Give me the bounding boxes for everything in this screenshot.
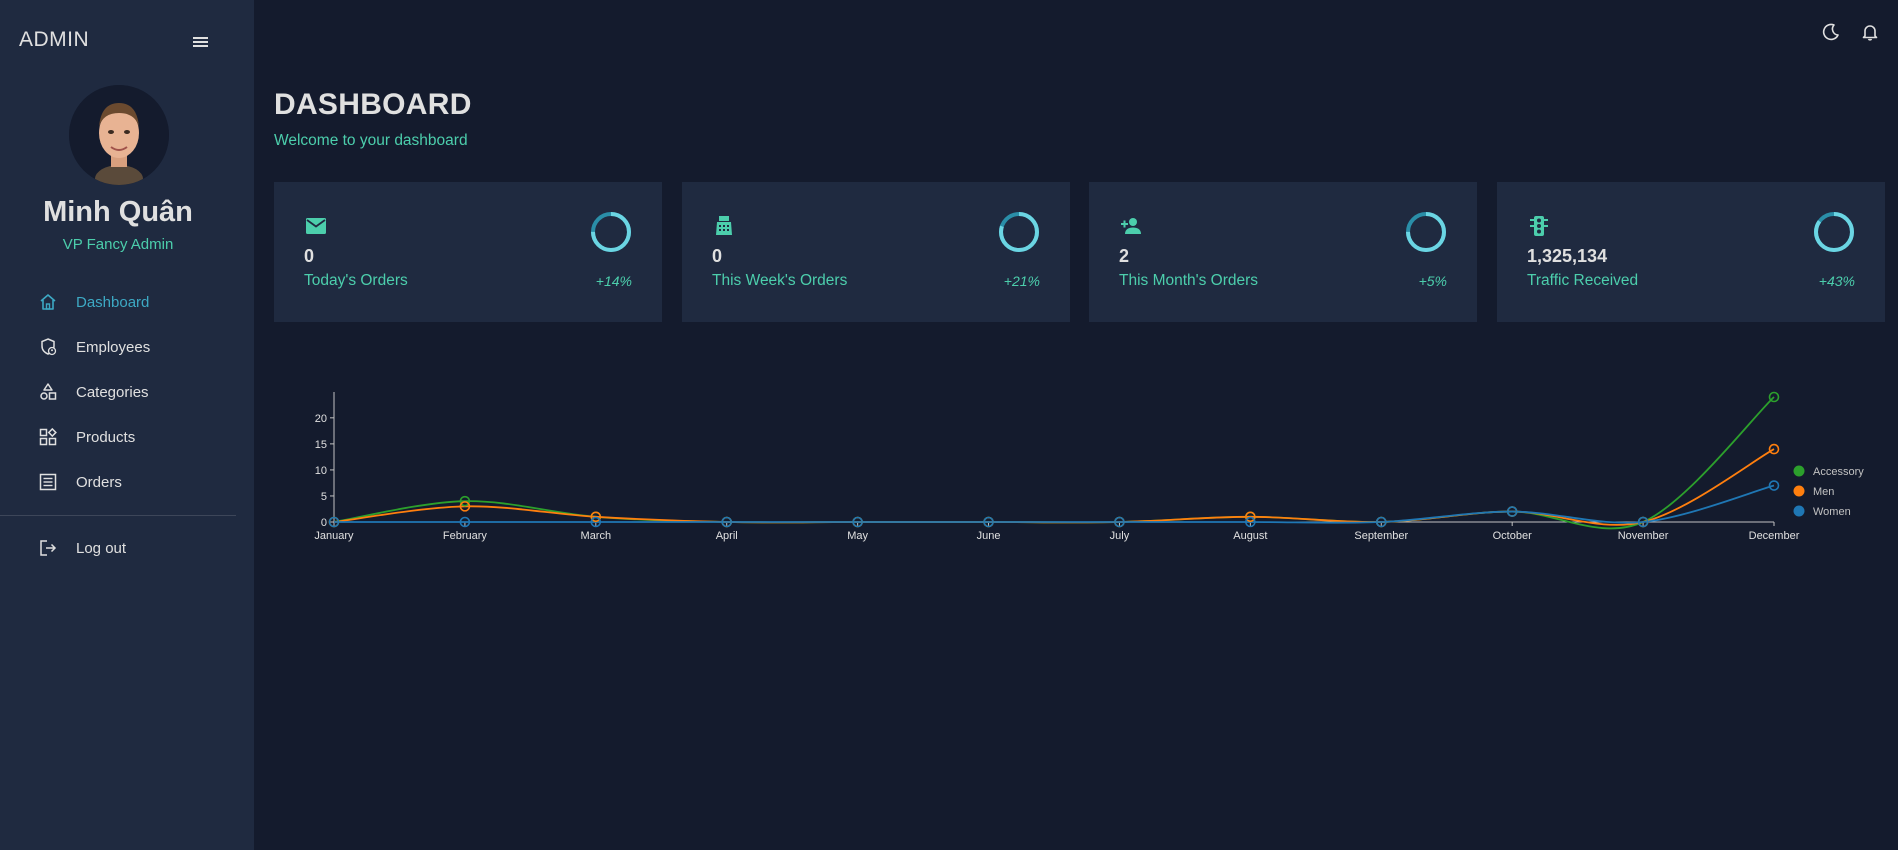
logout-button[interactable]: Log out [38, 536, 238, 560]
stat-change: +14% [595, 273, 632, 289]
sidebar-item-categories[interactable]: Categories [38, 380, 238, 404]
legend-swatch [1793, 465, 1805, 477]
brand-title: ADMIN [19, 28, 90, 51]
x-tick-label: April [716, 530, 738, 542]
sidebar-item-employees[interactable]: Employees [38, 335, 238, 359]
progress-ring [590, 211, 632, 253]
x-tick-label: June [977, 530, 1001, 542]
legend-swatch [1793, 485, 1805, 497]
progress-ring [998, 211, 1040, 253]
notifications-icon[interactable] [1860, 22, 1880, 42]
stat-value: 0 [712, 246, 723, 266]
chart-svg: 0 5 10 15 20 January February March April May June… [314, 391, 1864, 542]
sidebar-item-dashboard[interactable]: Dashboard [38, 290, 238, 314]
point-of-sale-icon [712, 214, 736, 238]
stat-label: Today's Orders [304, 272, 408, 289]
sidebar-divider [0, 515, 236, 516]
stat-card-traffic: 1,325,134 Traffic Received +43% [1497, 182, 1885, 322]
logout-label: Log out [76, 539, 127, 557]
x-tick-label: September [1354, 530, 1408, 542]
user-role: VP Fancy Admin [62, 236, 174, 253]
legend-label: Women [1813, 506, 1851, 518]
y-tick-label: 5 [321, 491, 327, 503]
sidebar-item-label: Employees [76, 338, 151, 356]
x-tick-label: August [1233, 530, 1267, 542]
dark-mode-icon[interactable] [1821, 22, 1841, 42]
avatar [69, 85, 169, 185]
x-tick-label: March [581, 530, 612, 542]
x-tick-label: January [314, 530, 354, 542]
x-tick-label: December [1749, 530, 1800, 542]
sidebar-item-label: Orders [76, 473, 122, 491]
stat-label: Traffic Received [1527, 272, 1639, 289]
x-tick-label: February [443, 530, 488, 542]
stat-change: +5% [1418, 273, 1447, 289]
sidebar-item-label: Categories [76, 383, 149, 401]
traffic-icon [1527, 214, 1551, 238]
y-tick-label: 15 [315, 439, 327, 451]
employees-icon [38, 337, 58, 357]
logout-icon [38, 538, 58, 558]
x-tick-label: July [1110, 530, 1130, 542]
legend-label: Men [1813, 486, 1834, 498]
y-tick-label: 20 [315, 413, 327, 425]
user-name: Minh Quân [43, 196, 193, 228]
categories-icon [38, 382, 58, 402]
progress-ring-svg [591, 212, 631, 252]
sidebar-item-orders[interactable]: Orders [38, 470, 238, 494]
legend-label: Accessory [1813, 466, 1864, 478]
orders-icon [38, 472, 58, 492]
progress-ring-svg [1814, 212, 1854, 252]
legend-swatch [1793, 505, 1805, 517]
y-tick-label: 0 [321, 517, 327, 529]
sidebar: ADMIN Minh Quân VP Fancy Admin Dashboard… [0, 0, 254, 850]
stat-card-week-orders: 0 This Week's Orders +21% [682, 182, 1070, 322]
person-add-icon [1119, 214, 1143, 238]
page-title: DASHBOARD [274, 88, 472, 121]
stat-change: +21% [1003, 273, 1040, 289]
progress-ring [1405, 211, 1447, 253]
sidebar-item-label: Dashboard [76, 293, 150, 311]
sidebar-item-products[interactable]: Products [38, 425, 238, 449]
stat-label: This Week's Orders [712, 272, 848, 289]
x-tick-label: November [1618, 530, 1669, 542]
email-icon [304, 214, 328, 238]
progress-ring [1813, 211, 1855, 253]
x-tick-label: October [1493, 530, 1532, 542]
series-line [333, 448, 1775, 526]
page-subtitle: Welcome to your dashboard [274, 132, 468, 149]
products-icon [38, 427, 58, 447]
progress-ring-svg [999, 212, 1039, 252]
stat-change: +43% [1818, 273, 1855, 289]
series-line [333, 396, 1775, 530]
orders-line-chart: 0 5 10 15 20 January February March April May June… [300, 360, 1880, 560]
stat-value: 1,325,134 [1527, 246, 1608, 266]
stat-value: 0 [304, 246, 315, 266]
stat-card-today-orders: 0 Today's Orders +14% [274, 182, 662, 322]
menu-icon[interactable] [191, 34, 211, 50]
sidebar-header: ADMIN [19, 26, 219, 56]
y-tick-label: 10 [315, 465, 327, 477]
stat-label: This Month's Orders [1119, 272, 1259, 289]
progress-ring-svg [1406, 212, 1446, 252]
stat-value: 2 [1119, 246, 1130, 266]
x-tick-label: May [847, 530, 868, 542]
home-icon [38, 292, 58, 312]
sidebar-item-label: Products [76, 428, 136, 446]
stat-card-month-orders: 2 This Month's Orders +5% [1089, 182, 1477, 322]
